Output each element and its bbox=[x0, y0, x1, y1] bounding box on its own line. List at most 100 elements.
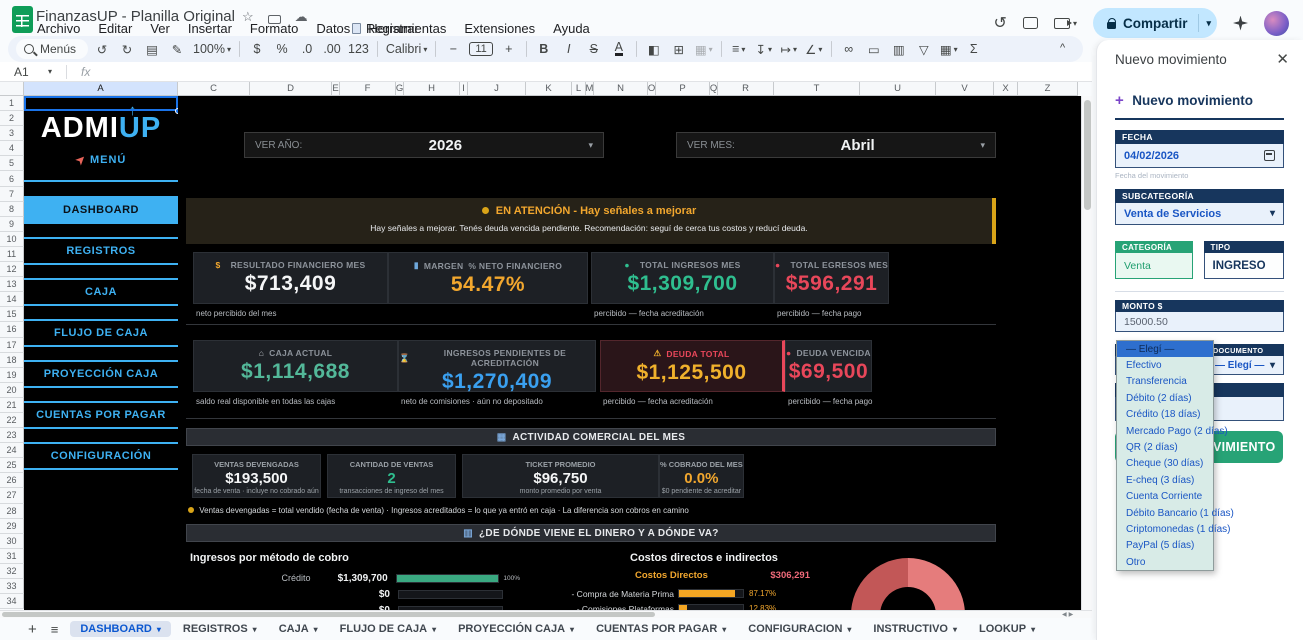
column-header[interactable]: V bbox=[936, 82, 994, 96]
format-currency-button[interactable]: $▾ bbox=[246, 38, 268, 60]
font-size-input[interactable]: 11▾ bbox=[467, 38, 494, 60]
font-size-decrease-button[interactable]: −▾ bbox=[442, 38, 464, 60]
separator[interactable]: ▾ bbox=[831, 41, 832, 57]
dropdown-option[interactable]: Otro bbox=[1117, 554, 1213, 570]
sidebar-menu-button[interactable]: FLUJO DE CAJA bbox=[24, 319, 178, 347]
documento-select[interactable]: — Elegí — ▾ bbox=[1206, 356, 1284, 375]
italic-button[interactable]: I▾ bbox=[558, 38, 580, 60]
dropdown-option[interactable]: Transferencia bbox=[1117, 374, 1213, 390]
row-header[interactable]: 28 bbox=[0, 504, 24, 519]
row-header[interactable]: 25 bbox=[0, 458, 24, 473]
table-views-button[interactable]: ▦▾ bbox=[938, 38, 960, 60]
bold-button[interactable]: B▾ bbox=[533, 38, 555, 60]
sheet-tab[interactable]: CUENTAS POR PAGAR▾ bbox=[586, 621, 736, 637]
horizontal-align-button[interactable]: ≡▾ bbox=[728, 38, 750, 60]
row-header[interactable]: 9 bbox=[0, 217, 24, 232]
number-format-button[interactable]: 123▾ bbox=[346, 38, 371, 60]
account-avatar[interactable] bbox=[1264, 11, 1289, 36]
sheet-tab[interactable]: DASHBOARD▾ bbox=[70, 621, 171, 637]
month-selector[interactable]: VER MES: Abril ▾ bbox=[676, 132, 996, 158]
column-header[interactable]: J bbox=[468, 82, 526, 96]
vertical-scrollbar-thumb[interactable] bbox=[1084, 100, 1091, 210]
row-header[interactable]: 4 bbox=[0, 141, 24, 156]
insert-chart-button[interactable]: ▥▾ bbox=[888, 38, 910, 60]
version-history-icon[interactable]: ↺ bbox=[994, 13, 1007, 33]
row-header[interactable]: 24 bbox=[0, 443, 24, 458]
merge-cells-button[interactable]: ▦▾ bbox=[693, 38, 715, 60]
column-header[interactable]: X bbox=[994, 82, 1018, 96]
row-header[interactable]: 33 bbox=[0, 579, 24, 594]
column-header[interactable]: G bbox=[396, 82, 404, 96]
column-header[interactable]: M bbox=[586, 82, 594, 96]
name-box[interactable]: A1 bbox=[0, 65, 48, 79]
dropdown-option[interactable]: PayPal (5 días) bbox=[1117, 538, 1213, 554]
decrease-decimal-button[interactable]: .0▾ bbox=[296, 38, 318, 60]
column-header[interactable]: N bbox=[594, 82, 648, 96]
row-header[interactable]: 30 bbox=[0, 534, 24, 549]
sheet-tab[interactable]: FLUJO DE CAJA▾ bbox=[330, 621, 446, 637]
column-header[interactable]: C bbox=[178, 82, 250, 96]
row-header[interactable]: 21 bbox=[0, 398, 24, 413]
collapse-toolbar-button[interactable]: ^ bbox=[1060, 42, 1065, 54]
sheet-tab[interactable]: REGISTROS▾ bbox=[173, 621, 267, 637]
sheet-tab[interactable]: PROYECCIÓN CAJA▾ bbox=[448, 621, 584, 637]
insert-link-button[interactable]: ∞▾ bbox=[838, 38, 860, 60]
column-header[interactable]: I bbox=[460, 82, 468, 96]
column-header[interactable]: E bbox=[332, 82, 340, 96]
row-header[interactable]: 6 bbox=[0, 171, 24, 186]
sheet-tab[interactable]: CONFIGURACION▾ bbox=[738, 621, 861, 637]
dropdown-option[interactable]: QR (2 días) bbox=[1117, 439, 1213, 455]
separator[interactable]: ▾ bbox=[377, 41, 378, 57]
vertical-align-button[interactable]: ↧▾ bbox=[753, 38, 775, 60]
sidebar-menu-button[interactable]: CONFIGURACIÓN bbox=[24, 442, 178, 470]
row-header[interactable]: 17 bbox=[0, 338, 24, 353]
font-family-select[interactable]: Calibri▾ bbox=[384, 38, 429, 60]
filter-button[interactable]: ▽▾ bbox=[913, 38, 935, 60]
sheet-tab[interactable]: INSTRUCTIVO▾ bbox=[863, 621, 967, 637]
row-header[interactable]: 14 bbox=[0, 292, 24, 307]
text-wrap-button[interactable]: ↦▾ bbox=[778, 38, 800, 60]
sheet-tab[interactable]: CAJA▾ bbox=[269, 621, 328, 637]
separator[interactable]: ▾ bbox=[435, 41, 436, 57]
row-header[interactable]: 23 bbox=[0, 428, 24, 443]
row-header[interactable]: 15 bbox=[0, 307, 24, 322]
column-header[interactable]: T bbox=[774, 82, 860, 96]
column-header[interactable]: O bbox=[648, 82, 656, 96]
insert-comment-button[interactable]: ▭▾ bbox=[863, 38, 885, 60]
row-header[interactable]: 16 bbox=[0, 322, 24, 337]
year-selector[interactable]: VER AÑO: 2026 ▾ bbox=[244, 132, 604, 158]
column-header[interactable]: R bbox=[718, 82, 774, 96]
column-header[interactable]: K bbox=[526, 82, 572, 96]
sheet-tab[interactable]: LOOKUP▾ bbox=[969, 621, 1045, 637]
vertical-scrollbar[interactable] bbox=[1081, 96, 1092, 610]
sidebar-menu-button[interactable]: CUENTAS POR PAGAR bbox=[24, 401, 178, 429]
add-sheet-button[interactable]: + bbox=[28, 621, 37, 638]
text-color-button[interactable]: A▾ bbox=[608, 38, 630, 60]
separator[interactable]: ▾ bbox=[721, 41, 722, 57]
text-rotation-button[interactable]: ∠▾ bbox=[803, 38, 825, 60]
calendar-icon[interactable] bbox=[1264, 150, 1275, 161]
close-panel-icon[interactable]: ✕ bbox=[1276, 50, 1289, 68]
column-header[interactable]: H bbox=[404, 82, 460, 96]
paint-format-button[interactable]: ✎▾ bbox=[166, 38, 188, 60]
increase-decimal-button[interactable]: .00▾ bbox=[321, 38, 343, 60]
row-header[interactable]: 7 bbox=[0, 187, 24, 202]
row-header[interactable]: 22 bbox=[0, 413, 24, 428]
subcategoria-select[interactable]: Venta de Servicios ▾ bbox=[1115, 203, 1284, 225]
row-header[interactable]: 29 bbox=[0, 519, 24, 534]
dropdown-option[interactable]: Mercado Pago (2 días) bbox=[1117, 423, 1213, 439]
column-header[interactable]: P bbox=[656, 82, 710, 96]
menus-search-button[interactable]: Menús bbox=[16, 39, 88, 59]
functions-button[interactable]: Σ▾ bbox=[963, 38, 985, 60]
dropdown-option[interactable]: Cuenta Corriente bbox=[1117, 489, 1213, 505]
separator[interactable]: ▾ bbox=[636, 41, 637, 57]
monto-input[interactable]: 15000.50 bbox=[1115, 312, 1284, 332]
row-header[interactable]: 13 bbox=[0, 277, 24, 292]
row-header[interactable]: 5 bbox=[0, 156, 24, 171]
column-header[interactable]: A bbox=[24, 82, 178, 96]
dropdown-option[interactable]: Crédito (18 días) bbox=[1117, 407, 1213, 423]
sidebar-menu-button[interactable]: DASHBOARD bbox=[24, 196, 178, 224]
dropdown-option[interactable]: E-cheq (3 días) bbox=[1117, 472, 1213, 488]
column-header[interactable]: L bbox=[572, 82, 586, 96]
row-header[interactable]: 1 bbox=[0, 96, 24, 111]
